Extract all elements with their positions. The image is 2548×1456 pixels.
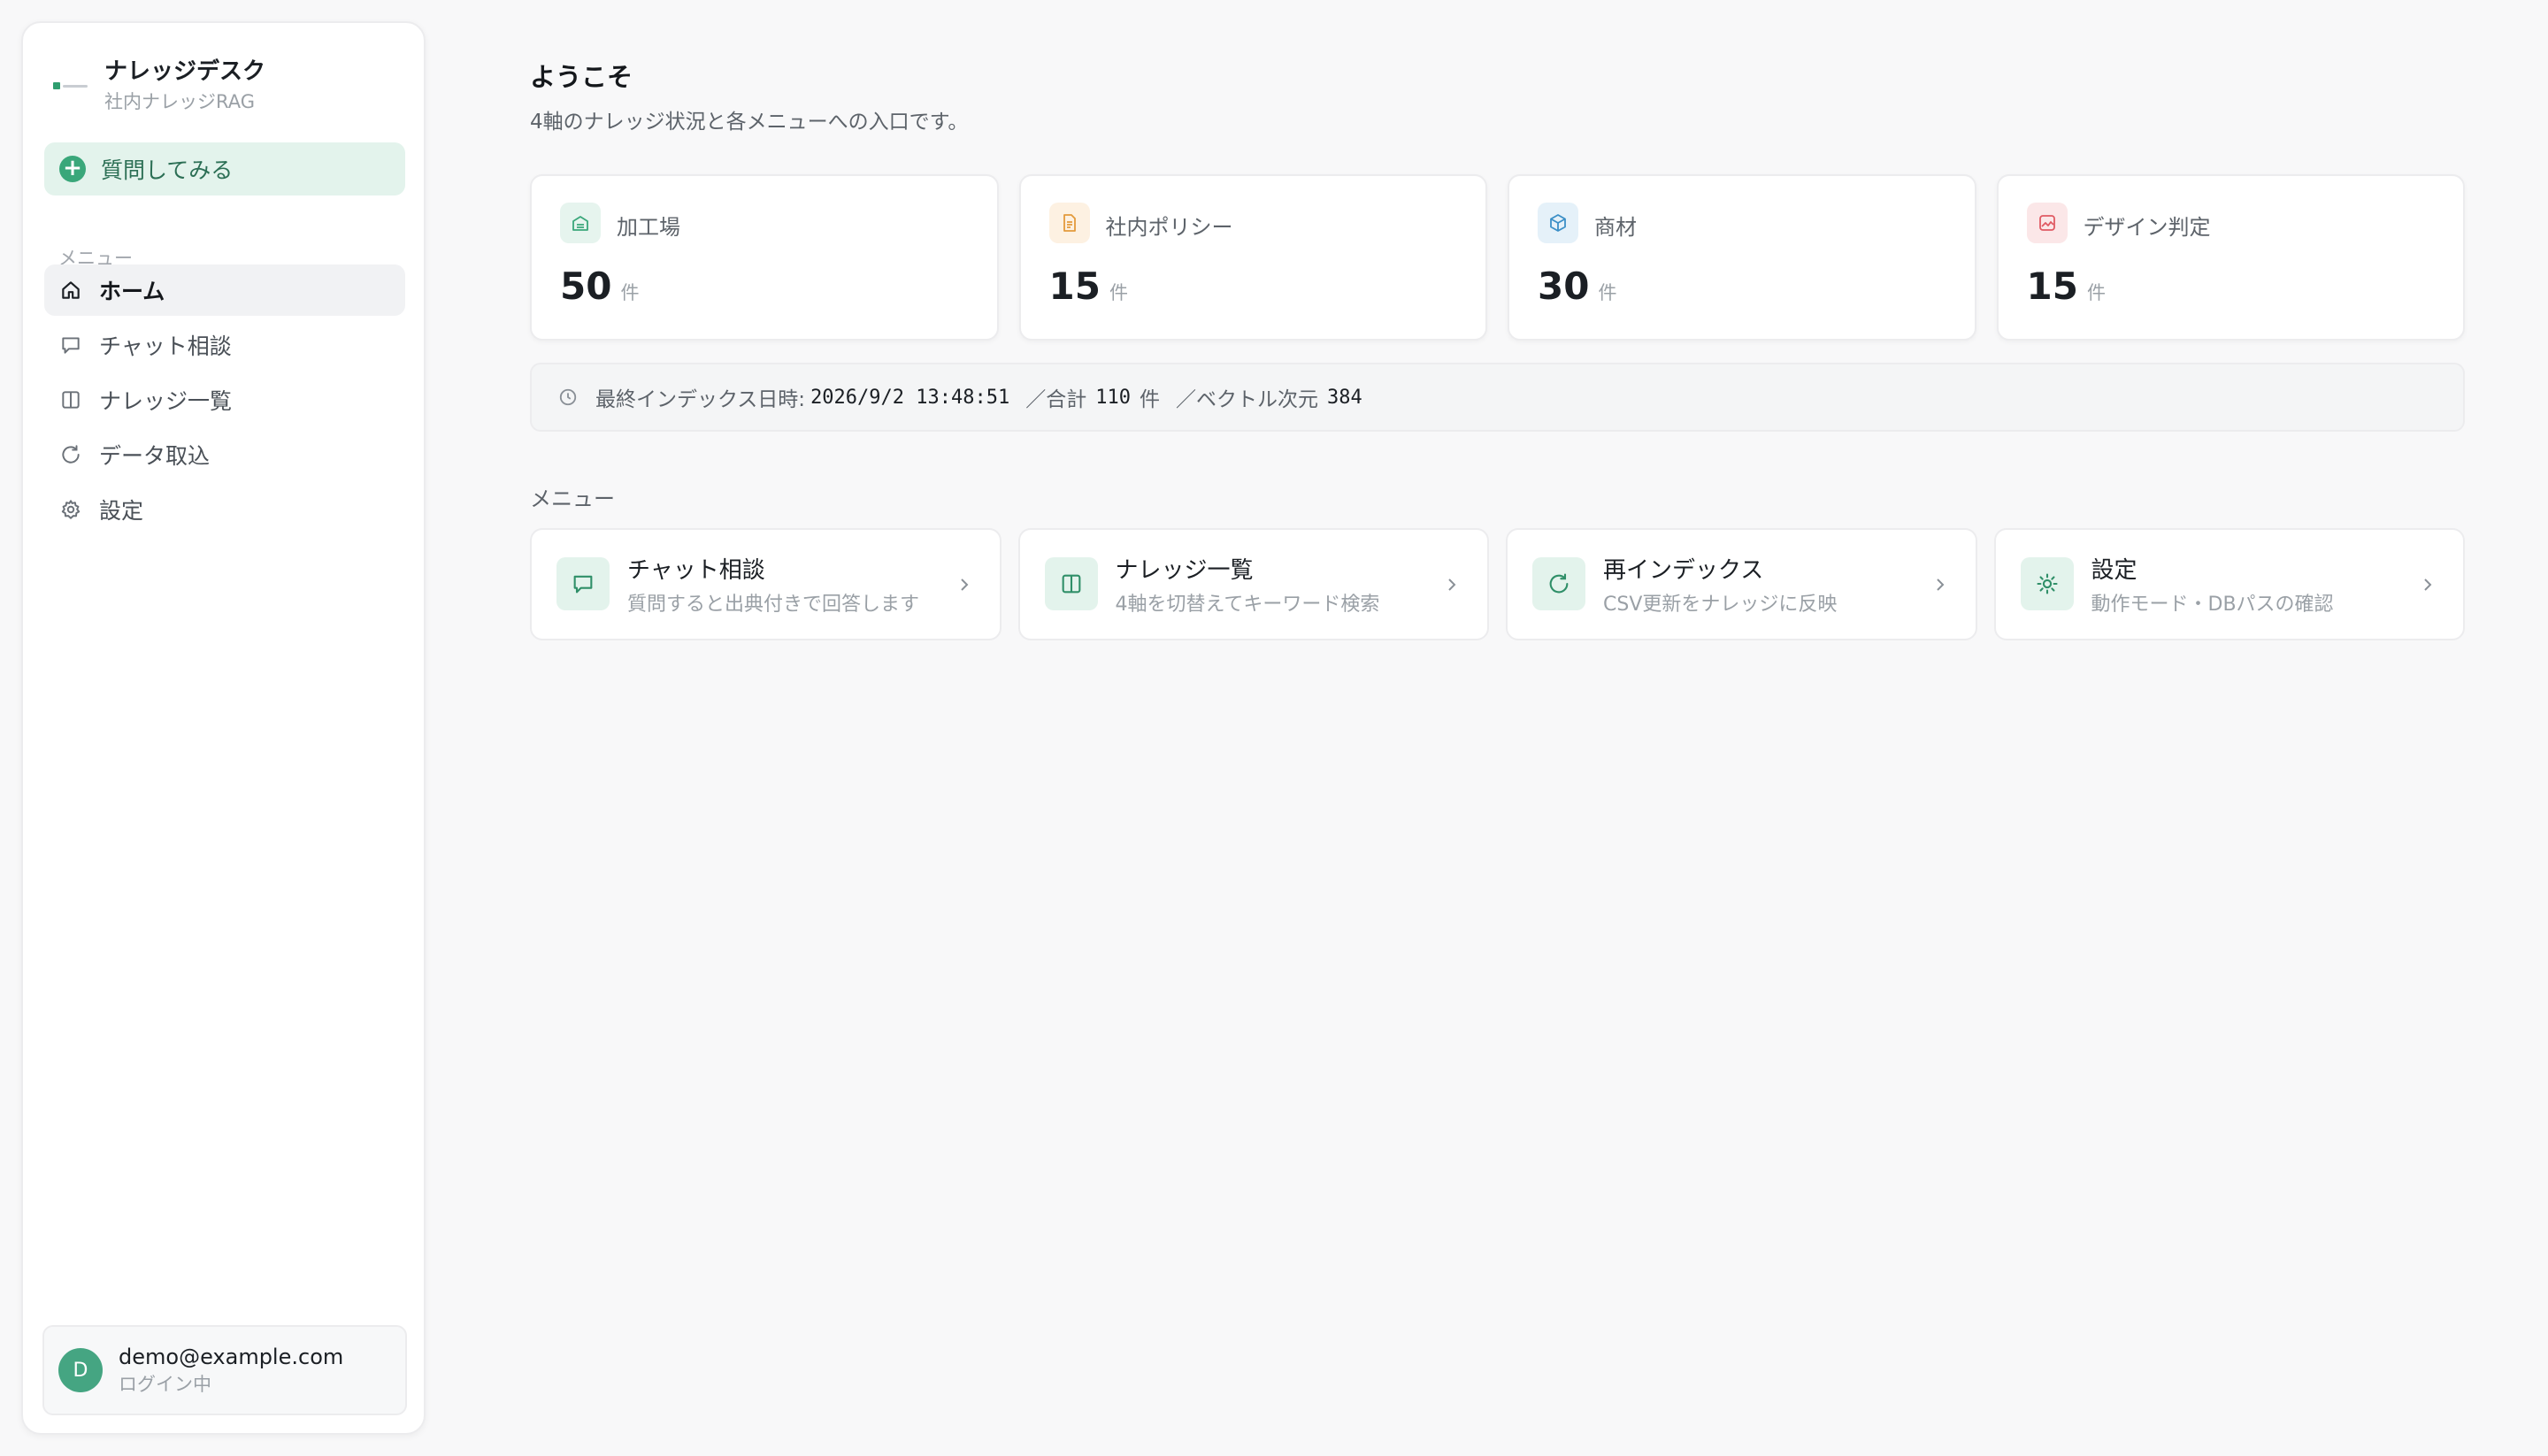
sidebar-item-label: データ取込: [99, 443, 211, 469]
chevron-right-icon: [2424, 579, 2432, 591]
ask-question-button[interactable]: + 質問してみる: [44, 142, 405, 195]
page-subtitle: 4軸のナレッジ状況と各メニューへの入口です。: [530, 111, 969, 134]
chat-icon: [58, 333, 83, 357]
user-card[interactable]: D demo@example.com ログイン中: [42, 1325, 407, 1415]
menu-card-title: 設定: [2091, 557, 2137, 584]
sun-icon: [2020, 557, 2074, 610]
sidebar: ナレッジデスク 社内ナレッジRAG + 質問してみる メニュー ホーム チャット…: [21, 21, 426, 1435]
book-icon: [1044, 557, 1098, 610]
refresh-icon: [1532, 557, 1585, 610]
chevron-right-icon: [960, 579, 968, 591]
user-email: demo@example.com: [119, 1345, 344, 1369]
factory-icon: [560, 203, 601, 243]
stat-value: 50 件: [560, 264, 640, 308]
total-count: 110: [1095, 386, 1131, 409]
box-icon: [1538, 203, 1578, 243]
menu-card-description: 質問すると出典付きで回答します: [627, 594, 920, 616]
menu-card-reindex[interactable]: 再インデックス CSV更新をナレッジに反映: [1506, 528, 1977, 640]
menu-card-title: ナレッジ一覧: [1115, 557, 1254, 584]
menu-card-description: CSV更新をナレッジに反映: [1603, 594, 1838, 616]
gear-icon: [58, 497, 83, 522]
stat-name: 社内ポリシー: [1105, 215, 1233, 240]
sidebar-item-import[interactable]: データ取込: [44, 429, 405, 480]
menu-card-settings[interactable]: 設定 動作モード・DBパスの確認: [1993, 528, 2465, 640]
index-datetime: 2026/9/2 13:48:51: [810, 386, 1010, 409]
avatar: D: [58, 1348, 103, 1392]
menu-card-title: 再インデックス: [1603, 557, 1764, 584]
sidebar-item-label: 設定: [99, 498, 144, 524]
menu-card-description: 4軸を切替えてキーワード検索: [1115, 594, 1380, 616]
index-label: 最終インデックス日時:: [595, 388, 806, 411]
clock-icon: [559, 388, 577, 406]
chevron-right-icon: [1448, 579, 1456, 591]
stat-name: 加工場: [617, 215, 680, 240]
index-status-bar: 最終インデックス日時: 2026/9/2 13:48:51 ／合計 110 件 …: [530, 363, 2465, 432]
image-icon: [2026, 203, 2068, 243]
stat-value: 30 件: [1538, 264, 1617, 308]
total-unit: 件: [1139, 388, 1160, 411]
brand-title: ナレッジデスク: [104, 58, 266, 85]
page-title: ようこそ: [530, 62, 633, 92]
menu-cards: チャット相談 質問すると出典付きで回答します ナレッジ一覧 4軸を切替えてキーワ…: [530, 528, 2465, 640]
user-status: ログイン中: [119, 1374, 211, 1395]
sidebar-item-chat[interactable]: チャット相談: [44, 319, 405, 371]
stat-value: 15 件: [2026, 264, 2106, 308]
vector-label: ／ベクトル次元: [1175, 388, 1318, 411]
menu-card-title: チャット相談: [627, 557, 765, 584]
home-icon: [58, 278, 83, 303]
sidebar-nav: ホーム チャット相談 ナレッジ一覧 データ取込 設定: [44, 264, 405, 539]
menu-card-knowledge[interactable]: ナレッジ一覧 4軸を切替えてキーワード検索: [1017, 528, 1489, 640]
brand[interactable]: ナレッジデスク 社内ナレッジRAG: [53, 57, 265, 115]
stat-card-factory: 加工場 50 件: [530, 174, 999, 341]
sidebar-item-settings[interactable]: 設定: [44, 484, 405, 535]
plus-icon: +: [59, 156, 86, 182]
stat-value: 15 件: [1048, 264, 1128, 308]
chat-icon: [556, 557, 610, 610]
sidebar-item-label: チャット相談: [99, 333, 232, 359]
vector-dimension: 384: [1326, 386, 1362, 409]
menu-card-chat[interactable]: チャット相談 質問すると出典付きで回答します: [530, 528, 1002, 640]
stat-card-design: デザイン判定 15 件: [1996, 174, 2465, 341]
brand-logo: [53, 80, 88, 92]
brand-subtitle: 社内ナレッジRAG: [104, 91, 256, 112]
stats-row: 加工場 50 件 社内ポリシー 15 件 商材 30 件 デザイン判定 15 件: [530, 174, 2465, 341]
refresh-icon: [58, 442, 83, 467]
sidebar-item-label: ホーム: [99, 279, 165, 304]
total-label: ／合計: [1025, 388, 1087, 411]
stat-name: 商材: [1594, 215, 1637, 240]
sidebar-item-knowledge[interactable]: ナレッジ一覧: [44, 374, 405, 425]
menu-card-description: 動作モード・DBパスの確認: [2091, 594, 2334, 616]
sidebar-item-label: ナレッジ一覧: [99, 388, 233, 414]
document-icon: [1048, 203, 1090, 243]
stat-card-products: 商材 30 件: [1508, 174, 1976, 341]
menu-heading: メニュー: [530, 487, 615, 511]
book-icon: [58, 387, 83, 412]
sidebar-item-home[interactable]: ホーム: [44, 264, 405, 316]
chevron-right-icon: [1936, 579, 1944, 591]
stat-name: デザイン判定: [2083, 215, 2211, 240]
ask-question-label: 質問してみる: [101, 157, 234, 183]
stat-card-policy: 社内ポリシー 15 件: [1018, 174, 1487, 341]
